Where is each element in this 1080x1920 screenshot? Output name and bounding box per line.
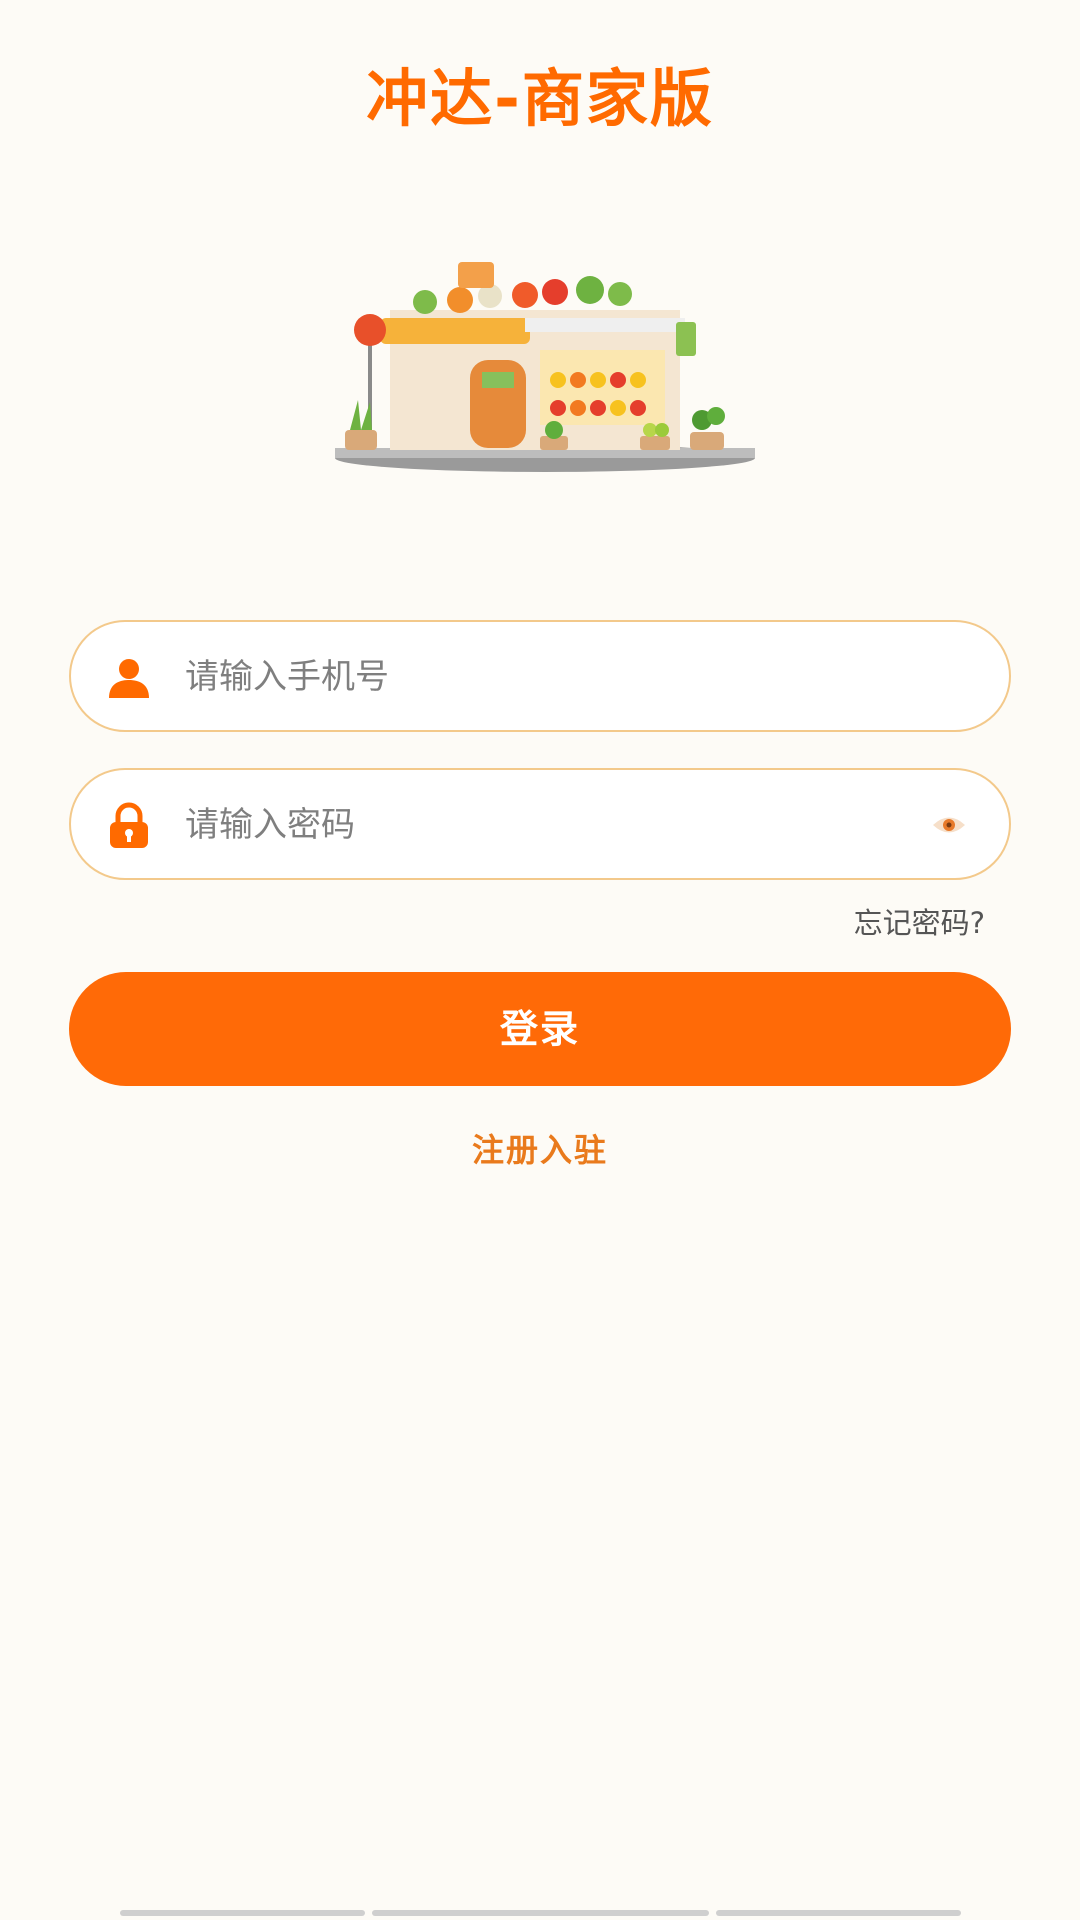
register-link[interactable]: 注册入驻 — [0, 1125, 1080, 1171]
password-field[interactable] — [69, 768, 1011, 880]
user-icon — [109, 659, 149, 698]
bottom-indicator-segment — [120, 1910, 365, 1916]
phone-field[interactable] — [69, 620, 1011, 732]
bottom-indicator-segment — [716, 1910, 961, 1916]
forgot-password-link[interactable]: 忘记密码? — [854, 900, 985, 942]
bottom-indicator-segment — [372, 1910, 709, 1916]
login-button[interactable]: 登录 — [69, 972, 1011, 1086]
store-illustration — [335, 262, 755, 472]
lock-icon — [110, 802, 148, 848]
eye-icon[interactable] — [931, 810, 967, 840]
phone-input[interactable] — [183, 644, 887, 710]
password-input[interactable] — [183, 792, 887, 858]
app-title: 冲达-商家版 — [366, 62, 714, 135]
